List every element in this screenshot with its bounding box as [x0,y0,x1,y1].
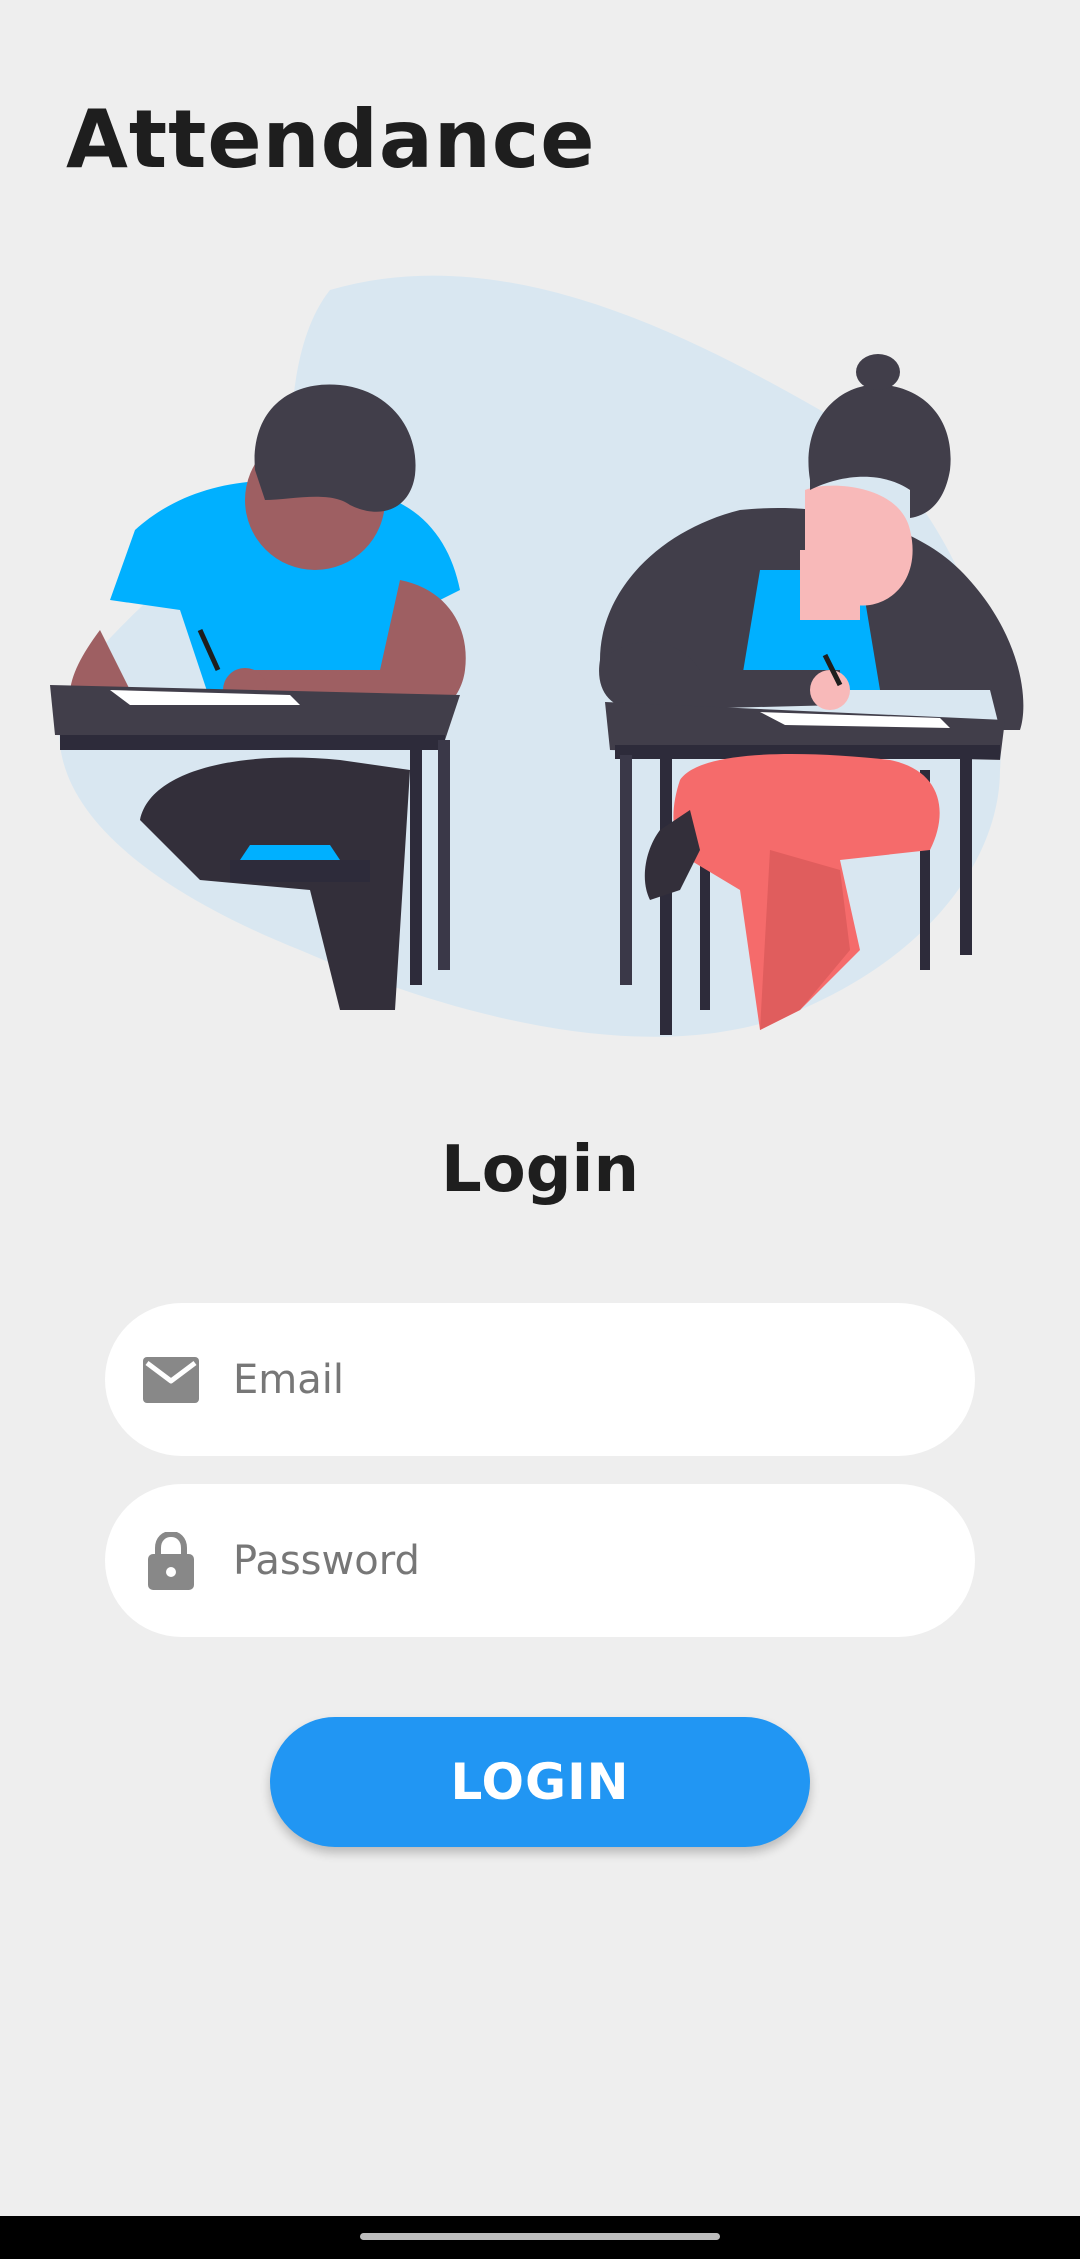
system-navigation-bar [0,2216,1080,2259]
email-field[interactable] [105,1303,975,1456]
password-field[interactable] [105,1484,975,1637]
app-title: Attendance [66,93,596,186]
login-heading: Login [440,1133,640,1207]
login-button[interactable]: LOGIN [270,1717,810,1847]
home-indicator[interactable] [360,2233,720,2240]
lock-icon [141,1531,201,1591]
mail-icon [141,1350,201,1410]
password-input[interactable] [231,1536,915,1585]
students-writing-illustration [50,275,1024,1037]
email-input[interactable] [231,1355,915,1404]
